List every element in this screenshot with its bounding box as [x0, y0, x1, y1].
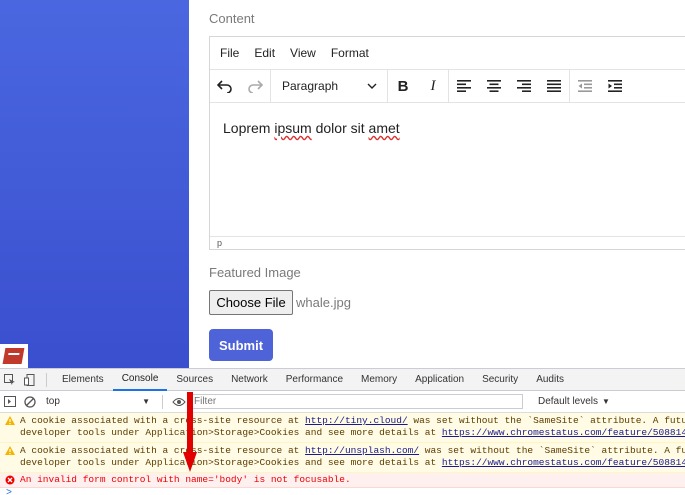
block-format-select[interactable]: Paragraph: [271, 70, 387, 103]
tab-memory[interactable]: Memory: [352, 369, 406, 391]
console-prompt[interactable]: >: [0, 488, 685, 495]
message-text: was set without the `SameSite` attribute…: [407, 415, 685, 426]
tabbar-divider: [46, 372, 47, 387]
message-text: An invalid form control with name='body'…: [20, 474, 351, 485]
menu-file[interactable]: File: [220, 46, 239, 60]
align-justify-icon[interactable]: [539, 70, 569, 103]
levels-label: Default levels: [538, 396, 599, 407]
italic-icon[interactable]: I: [418, 70, 448, 103]
app-logo-icon: [0, 344, 28, 368]
console-message-warning: A cookie associated with a cross-site re…: [0, 413, 685, 443]
message-text: A cookie associated with a cross-site re…: [20, 445, 306, 456]
context-selector[interactable]: top ▼: [40, 394, 156, 410]
bold-icon[interactable]: B: [388, 70, 418, 103]
align-center-icon[interactable]: [479, 70, 509, 103]
inspect-element-icon[interactable]: [0, 369, 20, 391]
body-word: sit: [350, 120, 365, 136]
tab-application[interactable]: Application: [406, 369, 473, 391]
clear-console-icon[interactable]: [20, 391, 40, 413]
message-text: was set without the `SameSite` attribute…: [419, 445, 685, 456]
log-levels-dropdown[interactable]: Default levels ▼: [538, 396, 610, 407]
content-label: Content: [209, 11, 255, 26]
align-right-icon[interactable]: [509, 70, 539, 103]
choose-file-button[interactable]: Choose File: [209, 290, 293, 315]
message-text: developer tools under Application>Storag…: [20, 457, 442, 468]
message-link[interactable]: https://www.chromestatus.com/feature/508…: [442, 427, 685, 438]
body-word: dolor: [315, 120, 347, 136]
misspelled-word: ipsum: [274, 120, 312, 136]
submit-button[interactable]: Submit: [209, 329, 273, 361]
sidebar-background: [0, 0, 189, 368]
filterbar-divider: [162, 394, 163, 409]
context-value: top: [46, 396, 60, 407]
message-link[interactable]: http://unsplash.com/: [305, 445, 419, 456]
tab-elements[interactable]: Elements: [53, 369, 113, 391]
block-format-value: Paragraph: [282, 79, 339, 93]
warning-icon: [5, 446, 15, 459]
device-toolbar-icon[interactable]: [20, 369, 40, 391]
menu-view[interactable]: View: [290, 46, 316, 60]
chevron-down-icon: [367, 83, 377, 89]
warning-icon: [5, 416, 15, 429]
redo-icon[interactable]: [240, 70, 270, 103]
misspelled-word: amet: [368, 120, 400, 136]
tab-audits[interactable]: Audits: [527, 369, 573, 391]
tab-sources[interactable]: Sources: [167, 369, 222, 391]
annotation-arrow-icon: [183, 392, 197, 472]
editor-toolbar: Paragraph B I: [210, 69, 685, 103]
selected-file-name: whale.jpg: [296, 295, 351, 310]
editor-statusbar: p: [210, 236, 685, 249]
console-message-warning: A cookie associated with a cross-site re…: [0, 443, 685, 473]
caret-down-icon: ▼: [142, 397, 150, 406]
devtools-panel: Elements Console Sources Network Perform…: [0, 368, 685, 495]
message-text: A cookie associated with a cross-site re…: [20, 415, 306, 426]
featured-image-label: Featured Image: [209, 265, 301, 280]
menu-format[interactable]: Format: [331, 46, 369, 60]
rich-text-editor: File Edit View Format Paragraph B I Lopr…: [209, 36, 685, 250]
indent-icon[interactable]: [600, 70, 630, 103]
devtools-tabbar: Elements Console Sources Network Perform…: [0, 369, 685, 391]
editor-content-area[interactable]: Loprem ipsum dolor sit amet: [210, 103, 685, 236]
console-message-error: An invalid form control with name='body'…: [0, 473, 685, 488]
tab-console[interactable]: Console: [112, 369, 168, 391]
tab-performance[interactable]: Performance: [277, 369, 352, 391]
console-filter-input[interactable]: [189, 394, 523, 409]
outdent-icon[interactable]: [570, 70, 600, 103]
caret-down-icon: ▼: [602, 397, 610, 406]
menu-edit[interactable]: Edit: [254, 46, 275, 60]
undo-icon[interactable]: [210, 70, 240, 103]
message-text: developer tools under Application>Storag…: [20, 427, 442, 438]
message-link[interactable]: http://tiny.cloud/: [305, 415, 408, 426]
editor-menubar: File Edit View Format: [210, 37, 685, 70]
element-path[interactable]: p: [217, 238, 222, 248]
show-sidebar-icon[interactable]: [0, 391, 20, 413]
tab-network[interactable]: Network: [222, 369, 277, 391]
console-filterbar: top ▼ Default levels ▼: [0, 391, 685, 413]
error-icon: [5, 475, 15, 487]
message-link[interactable]: https://www.chromestatus.com/feature/508…: [442, 457, 685, 468]
align-left-icon[interactable]: [449, 70, 479, 103]
tab-security[interactable]: Security: [473, 369, 527, 391]
body-word: Loprem: [223, 120, 271, 136]
